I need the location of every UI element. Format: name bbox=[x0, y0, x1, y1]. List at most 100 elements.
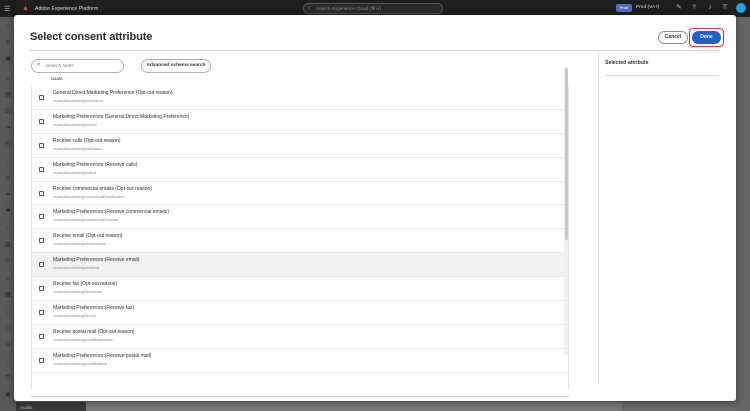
chevron-down-icon[interactable]: ⌄ bbox=[4, 158, 12, 166]
right-background-strip bbox=[736, 17, 750, 411]
attribute-path: consents/marketing/any/val bbox=[53, 122, 97, 127]
workflow-icon[interactable]: ▤ bbox=[4, 91, 12, 99]
table-row[interactable]: Marketing Preferences (Receive postal ma… bbox=[32, 348, 568, 373]
search-fields-text[interactable] bbox=[46, 62, 121, 71]
journeys-icon[interactable]: ✕ bbox=[4, 39, 12, 47]
name-column-header[interactable]: NAME bbox=[51, 77, 63, 81]
apps-grid-icon[interactable]: ⠿ bbox=[720, 3, 730, 13]
table-row[interactable]: General Direct Marketing Preference (Opt… bbox=[32, 86, 568, 110]
row-checkbox[interactable] bbox=[39, 286, 44, 292]
search-icon: ⌕ bbox=[37, 62, 41, 68]
page-background-strip bbox=[86, 402, 622, 411]
row-checkbox[interactable] bbox=[39, 310, 44, 316]
scrollbar-thumb[interactable] bbox=[565, 68, 568, 240]
table-row[interactable]: Receive calls (Opt-out reason) consents/… bbox=[32, 133, 568, 158]
row-checkbox[interactable] bbox=[39, 357, 44, 363]
table-row[interactable] bbox=[32, 372, 568, 390]
row-checkbox[interactable] bbox=[39, 214, 44, 220]
attribute-path: consents/marketing/email/val bbox=[53, 266, 100, 271]
attribute-name: Receive email (Opt-out reason) bbox=[53, 233, 123, 240]
divider bbox=[598, 51, 599, 383]
bell-icon[interactable]: ♪ bbox=[705, 3, 715, 13]
global-search-placeholder: Search Experience Cloud (⌘+/) bbox=[316, 6, 381, 11]
attribute-name: Marketing Preferences (Receive email) bbox=[53, 257, 140, 264]
row-checkbox[interactable] bbox=[39, 166, 44, 172]
row-checkbox[interactable] bbox=[39, 118, 44, 124]
link-icon[interactable]: ∞ bbox=[4, 341, 12, 349]
attribute-name: Marketing Preferences (Receive postal ma… bbox=[53, 352, 152, 359]
avatar[interactable] bbox=[736, 3, 746, 13]
table-row[interactable]: Marketing Preferences (Receive fax) cons… bbox=[32, 301, 568, 325]
attribute-name: Marketing Preferences (Receive calls) bbox=[53, 161, 138, 168]
identities-icon[interactable]: ⚭ bbox=[4, 191, 12, 199]
monitoring-icon[interactable]: ▦ bbox=[4, 291, 12, 299]
attribute-name: Receive commercial emails (Opt-out reaso… bbox=[53, 185, 152, 192]
row-checkbox[interactable] bbox=[39, 238, 44, 244]
audits-icon[interactable]: ◉ bbox=[4, 391, 12, 399]
chevron-down-icon[interactable]: ⌄ bbox=[4, 75, 12, 83]
row-checkbox[interactable] bbox=[39, 190, 44, 196]
queries-icon[interactable]: ⚇ bbox=[4, 257, 12, 265]
table-row[interactable]: Receive postal mail (Opt-out reason) con… bbox=[32, 324, 568, 349]
table-row[interactable]: Receive email (Opt-out reason) consents/… bbox=[32, 229, 568, 254]
attribute-name: Receive fax (Opt-out reason) bbox=[53, 281, 118, 288]
sources-icon[interactable]: ⇥ bbox=[4, 124, 12, 132]
home-icon[interactable]: ⌂ bbox=[4, 23, 12, 31]
attribute-name: Marketing Preferences (Receive fax) bbox=[53, 305, 135, 312]
chevron-down-icon[interactable]: ⌄ bbox=[4, 358, 12, 366]
attribute-path: consents/marketing/fax/val bbox=[53, 314, 96, 319]
sandbox-switcher[interactable]: Prod (VA7) bbox=[636, 4, 659, 12]
chevron-down-icon[interactable]: ⌄ bbox=[4, 224, 12, 232]
attribute-name: Marketing Preferences (Receive commercia… bbox=[53, 209, 169, 216]
campaigns-icon[interactable]: ▣ bbox=[4, 55, 12, 63]
attribute-path: consents/marketing/call/val bbox=[53, 170, 97, 175]
attribute-path: consents/marketing/any/reason bbox=[53, 99, 103, 103]
global-search-input[interactable]: ⌕ Search Experience Cloud (⌘+/) bbox=[303, 3, 443, 14]
table-row[interactable]: Receive commercial emails (Opt-out reaso… bbox=[32, 181, 568, 206]
datasets-icon[interactable]: ◰ bbox=[4, 140, 12, 148]
divider bbox=[605, 75, 719, 76]
search-icon: ⌕ bbox=[308, 5, 311, 11]
divider bbox=[31, 396, 569, 397]
row-checkbox[interactable] bbox=[39, 142, 44, 148]
app-title: Adobe Experience Platform bbox=[35, 5, 99, 12]
chevron-down-icon[interactable]: ⌄ bbox=[4, 275, 12, 283]
attribute-path: consents/marketing/postalMail/val bbox=[53, 361, 107, 366]
settings-icon[interactable]: ✱ bbox=[4, 207, 12, 215]
attribute-path: consents/marketing/commercialEmail/val bbox=[53, 218, 119, 223]
segments-icon[interactable]: ◫ bbox=[4, 107, 12, 115]
row-checkbox[interactable] bbox=[39, 333, 44, 339]
dashboards-icon[interactable]: ▥ bbox=[4, 241, 12, 249]
row-checkbox[interactable] bbox=[39, 95, 44, 100]
done-button[interactable]: Done bbox=[692, 31, 721, 44]
cancel-button[interactable]: Cancel bbox=[658, 31, 688, 44]
chevron-down-icon[interactable]: ⌄ bbox=[4, 308, 12, 316]
dialog-title: Select consent attribute bbox=[30, 31, 153, 43]
help-icon[interactable]: ? bbox=[689, 3, 699, 13]
table-row-hovered[interactable]: Marketing Preferences (Receive email) co… bbox=[32, 253, 568, 278]
attribute-path: consents/marketing/fax/reason bbox=[53, 290, 102, 295]
attribute-path: consents/marketing/email/reason bbox=[53, 242, 106, 247]
schema-field-browser: ⌕ Advanced schema search NAME General Di… bbox=[30, 51, 598, 399]
row-checkbox[interactable] bbox=[39, 262, 44, 268]
shield-icon[interactable]: ⛉ bbox=[4, 375, 12, 383]
table-row[interactable]: Receive fax (Opt-out reason) consents/ma… bbox=[32, 277, 568, 302]
search-fields-input[interactable]: ⌕ bbox=[31, 59, 124, 73]
attribute-name: Receive postal mail (Opt-out reason) bbox=[53, 328, 135, 335]
table-row[interactable]: Marketing Preferences (Receive calls) co… bbox=[32, 157, 568, 182]
attribute-path: consents/marketing/postalMail/reason bbox=[53, 337, 114, 342]
attribute-path: consents/marketing/commercialEmail/reaso… bbox=[53, 194, 125, 199]
table-row[interactable]: Marketing Preferences (Receive commercia… bbox=[32, 205, 568, 230]
attribute-path: consents/marketing/call/reason bbox=[53, 146, 103, 151]
attribute-name: General Direct Marketing Preference (Opt… bbox=[53, 90, 173, 96]
users-icon[interactable]: ☺ bbox=[4, 325, 12, 333]
select-consent-attribute-dialog: Select consent attribute Cancel Done ⌕ A… bbox=[14, 15, 736, 401]
adobe-logo-icon: ▲ bbox=[22, 4, 29, 12]
table-row[interactable]: Marketing Preferences (General Direct Ma… bbox=[32, 109, 568, 134]
hamburger-menu-icon[interactable]: ☰ bbox=[4, 5, 14, 13]
audits-nav-label[interactable]: Audits bbox=[16, 402, 86, 411]
advanced-schema-search-button[interactable]: Advanced schema search bbox=[141, 59, 211, 73]
profiles-icon[interactable]: ☺ bbox=[4, 175, 12, 183]
attribute-table: General Direct Marketing Preference (Opt… bbox=[31, 86, 569, 390]
feedback-icon[interactable]: ✎ bbox=[674, 3, 684, 13]
